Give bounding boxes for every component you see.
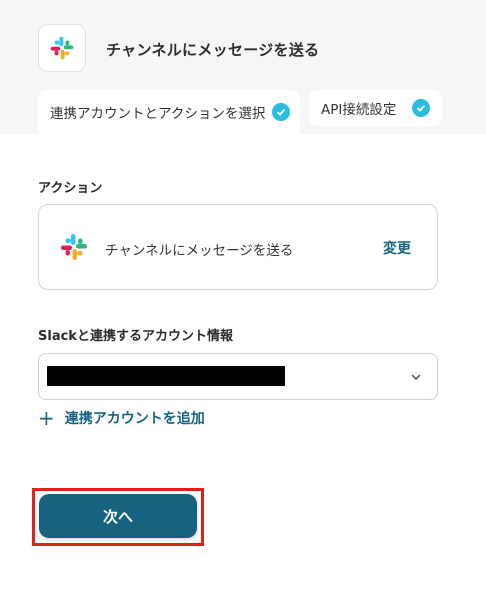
tab-label: 連携アカウントとアクションを選択	[50, 106, 266, 122]
add-account-label: 連携アカウントを追加	[64, 411, 205, 427]
redacted-account-value	[47, 366, 285, 386]
change-action-button[interactable]: 変更	[383, 238, 411, 258]
tab-label: API接続設定	[321, 102, 397, 118]
slack-app-icon	[38, 24, 86, 72]
tab-account-action[interactable]: 連携アカウントとアクションを選択	[38, 90, 300, 134]
action-name: チャンネルにメッセージを送る	[105, 243, 294, 259]
account-section-label: Slackと連携するアカウント情報	[38, 329, 233, 344]
action-card: チャンネルにメッセージを送る 変更	[38, 204, 438, 290]
page-title: チャンネルにメッセージを送る	[106, 41, 320, 59]
action-section-label: アクション	[38, 181, 103, 196]
account-select[interactable]	[38, 353, 438, 400]
plus-icon: +	[38, 406, 55, 430]
next-button[interactable]: 次へ	[39, 494, 197, 538]
chevron-down-icon	[411, 374, 421, 381]
slack-icon	[50, 36, 74, 60]
tab-api-settings[interactable]: API接続設定	[309, 90, 442, 126]
slack-icon	[61, 234, 87, 260]
add-account-link[interactable]: + 連携アカウントを追加	[38, 408, 205, 428]
check-circle-icon	[412, 99, 430, 117]
check-circle-icon	[272, 103, 290, 121]
